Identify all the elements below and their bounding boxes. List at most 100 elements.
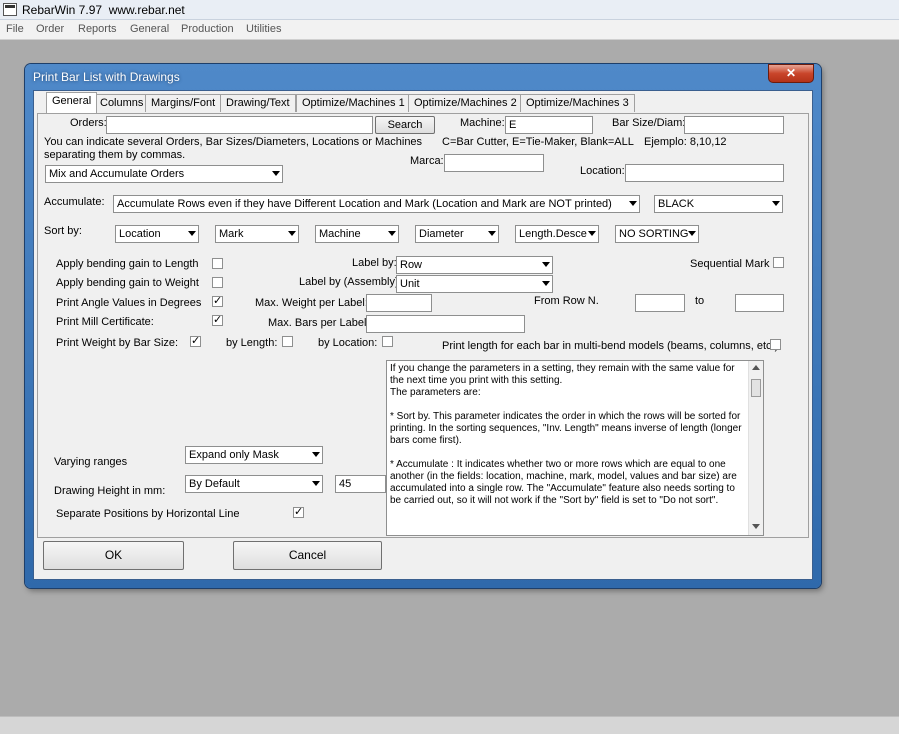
label-assembly-label: Label by (Assembly): xyxy=(299,276,402,288)
location-input[interactable] xyxy=(625,164,784,182)
color-value: BLACK xyxy=(658,198,695,210)
sort-select-4[interactable]: Diameter xyxy=(415,225,499,243)
max-weight-input[interactable] xyxy=(366,294,432,312)
print-length-multibend-label: Print length for each bar in multi-bend … xyxy=(442,340,782,352)
tab-optimize-machines-2[interactable]: Optimize/Machines 2 xyxy=(408,94,523,112)
sort-value-5: Length.Desce xyxy=(519,228,587,240)
tab-drawing-text[interactable]: Drawing/Text xyxy=(220,94,296,112)
chevron-down-icon xyxy=(312,452,320,457)
menu-utilities[interactable]: Utilities xyxy=(246,23,281,35)
hint-example: Ejemplo: 8,10,12 xyxy=(644,136,727,148)
sequential-mark-checkbox[interactable] xyxy=(773,257,784,268)
print-angle-label: Print Angle Values in Degrees xyxy=(56,297,202,309)
bar-size-input[interactable] xyxy=(684,116,784,134)
chevron-down-icon xyxy=(272,171,280,176)
app-title: RebarWin 7.97 www.rebar.net xyxy=(22,3,185,17)
orders-mode-value: Mix and Accumulate Orders xyxy=(49,168,185,180)
max-bars-input[interactable] xyxy=(366,315,525,333)
app-window-icon xyxy=(3,3,17,16)
sort-select-6[interactable]: NO SORTING xyxy=(615,225,699,243)
tab-margins-font[interactable]: Margins/Font xyxy=(145,94,222,112)
menu-reports[interactable]: Reports xyxy=(78,23,117,35)
dialog-title: Print Bar List with Drawings xyxy=(33,70,180,84)
help-text: If you change the parameters in a settin… xyxy=(390,363,742,506)
by-location-checkbox[interactable] xyxy=(382,336,393,347)
tab-general[interactable]: General xyxy=(46,92,98,113)
scroll-down-icon[interactable] xyxy=(752,524,760,529)
sort-select-2[interactable]: Mark xyxy=(215,225,299,243)
label-assembly-select[interactable]: Unit xyxy=(396,275,553,293)
chevron-down-icon xyxy=(288,231,296,236)
menu-order[interactable]: Order xyxy=(36,23,64,35)
by-length-label: by Length: xyxy=(226,337,278,349)
chevron-down-icon xyxy=(629,201,637,206)
to-row-input[interactable] xyxy=(735,294,784,312)
print-weight-bar-label: Print Weight by Bar Size: xyxy=(56,337,179,349)
chevron-down-icon xyxy=(542,262,550,267)
search-button[interactable]: Search xyxy=(375,116,435,134)
chevron-down-icon xyxy=(488,231,496,236)
varying-ranges-select[interactable]: Expand only Mask xyxy=(185,446,323,464)
print-angle-checkbox[interactable]: ✓ xyxy=(212,296,223,307)
menu-file[interactable]: File xyxy=(6,23,24,35)
by-length-checkbox[interactable] xyxy=(282,336,293,347)
separate-positions-label: Separate Positions by Horizontal Line xyxy=(56,508,240,520)
separate-positions-checkbox[interactable]: ✓ xyxy=(293,507,304,518)
max-weight-label: Max. Weight per Label: xyxy=(255,297,368,309)
apply-gain-length-label: Apply bending gain to Length xyxy=(56,258,199,270)
menu-bar: File Order Reports General Production Ut… xyxy=(0,20,899,40)
machine-input[interactable]: E xyxy=(505,116,593,134)
print-length-multibend-checkbox[interactable] xyxy=(770,339,781,350)
accumulate-value: Accumulate Rows even if they have Differ… xyxy=(117,198,612,210)
print-bar-list-dialog: Print Bar List with Drawings ✕ General C… xyxy=(25,64,821,588)
app-titlebar: RebarWin 7.97 www.rebar.net xyxy=(0,0,899,20)
drawing-height-label: Drawing Height in mm: xyxy=(54,485,166,497)
label-by-select[interactable]: Row xyxy=(396,256,553,274)
hint-line-2: separating them by commas. xyxy=(44,149,186,161)
drawing-height-input[interactable]: 45 xyxy=(335,475,386,493)
drawing-height-mode-value: By Default xyxy=(189,478,240,490)
sequential-mark-label: Sequential Mark xyxy=(690,258,770,270)
sort-by-label: Sort by: xyxy=(44,225,82,237)
chevron-down-icon xyxy=(542,281,550,286)
apply-gain-weight-checkbox[interactable] xyxy=(212,277,223,288)
sort-select-1[interactable]: Location xyxy=(115,225,199,243)
marca-label: Marca: xyxy=(410,155,444,167)
from-row-label: From Row N. xyxy=(534,295,599,307)
close-button[interactable]: ✕ xyxy=(768,64,814,83)
tab-optimize-machines-1[interactable]: Optimize/Machines 1 xyxy=(296,94,411,112)
sort-select-5[interactable]: Length.Desce xyxy=(515,225,599,243)
orders-input[interactable] xyxy=(106,116,373,134)
menu-general[interactable]: General xyxy=(130,23,169,35)
tab-optimize-machines-3[interactable]: Optimize/Machines 3 xyxy=(520,94,635,112)
marca-input[interactable] xyxy=(444,154,544,172)
print-mill-label: Print Mill Certificate: xyxy=(56,316,154,328)
label-assembly-value: Unit xyxy=(400,278,420,290)
sort-select-3[interactable]: Machine xyxy=(315,225,399,243)
label-by-label: Label by: xyxy=(352,257,397,269)
accumulate-select[interactable]: Accumulate Rows even if they have Differ… xyxy=(113,195,640,213)
location-label: Location: xyxy=(580,165,625,177)
help-scrollbar[interactable] xyxy=(748,361,763,535)
hint-machine: C=Bar Cutter, E=Tie-Maker, Blank=ALL xyxy=(442,136,634,148)
to-label: to xyxy=(695,295,705,307)
print-mill-checkbox[interactable]: ✓ xyxy=(212,315,223,326)
scroll-thumb[interactable] xyxy=(751,379,761,397)
scroll-up-icon[interactable] xyxy=(752,365,760,370)
print-weight-bar-checkbox[interactable]: ✓ xyxy=(190,336,201,347)
hint-line-1: You can indicate several Orders, Bar Siz… xyxy=(44,136,423,148)
apply-gain-length-checkbox[interactable] xyxy=(212,258,223,269)
color-select[interactable]: BLACK xyxy=(654,195,783,213)
tab-columns[interactable]: Columns xyxy=(94,94,150,112)
orders-mode-select[interactable]: Mix and Accumulate Orders xyxy=(45,165,283,183)
from-row-input[interactable] xyxy=(635,294,685,312)
drawing-height-select[interactable]: By Default xyxy=(185,475,323,493)
ok-button[interactable]: OK xyxy=(43,541,184,570)
cancel-button[interactable]: Cancel xyxy=(233,541,382,570)
chevron-down-icon xyxy=(588,231,596,236)
chevron-down-icon xyxy=(312,481,320,486)
bar-size-label: Bar Size/Diam: xyxy=(612,117,686,129)
help-text-box[interactable]: If you change the parameters in a settin… xyxy=(386,360,764,536)
menu-production[interactable]: Production xyxy=(181,23,234,35)
accumulate-label: Accumulate: xyxy=(44,196,105,208)
